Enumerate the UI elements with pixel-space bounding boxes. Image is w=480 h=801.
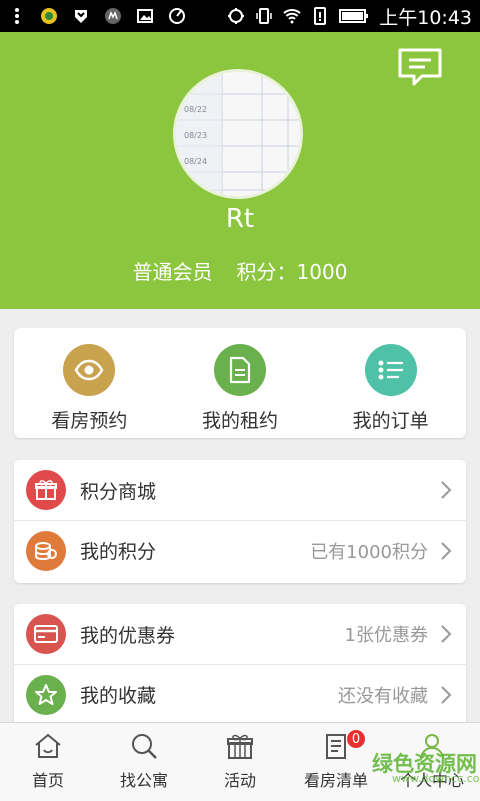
member-info: 普通会员 积分：1000	[0, 256, 480, 285]
wifi-icon	[283, 9, 301, 24]
vibrate-icon	[256, 8, 272, 24]
image-icon	[137, 9, 153, 23]
menu-item-my-favorites[interactable]: 我的收藏 还没有收藏	[14, 664, 466, 724]
svg-text:08/24: 08/24	[184, 157, 207, 166]
gift-icon	[26, 470, 66, 510]
document-icon	[214, 344, 266, 396]
tab-viewing-list[interactable]: 0 看房清单	[288, 723, 384, 801]
gift-icon	[227, 734, 253, 759]
chevron-right-icon	[441, 481, 452, 499]
menu-group-points: 积分商城 我的积分 已有1000积分	[14, 460, 466, 583]
chevron-right-icon	[441, 541, 452, 560]
chevron-right-icon	[441, 685, 452, 704]
tab-label: 首页	[31, 771, 64, 790]
clock-time: 上午10:43	[379, 6, 472, 29]
sync-icon	[169, 8, 185, 24]
svg-text:08/23: 08/23	[184, 131, 207, 140]
tab-find-apartment[interactable]: 找公寓	[96, 723, 192, 801]
tab-home[interactable]: 首页	[0, 723, 96, 801]
profile-header: 08/22 08/23 08/24 Rt 普通会员 积分：1000	[0, 32, 480, 309]
star-icon	[26, 674, 66, 715]
home-icon	[35, 733, 61, 758]
chevron-right-icon	[441, 625, 452, 643]
menu-item-value: 已有1000积分	[310, 541, 428, 563]
app-icon	[41, 8, 57, 24]
list-icon	[364, 344, 417, 396]
menu-dots-icon	[15, 8, 19, 24]
menu-item-my-points[interactable]: 我的积分 已有1000积分	[14, 520, 466, 580]
card-icon	[26, 614, 66, 654]
sim-icon	[314, 7, 327, 25]
search-icon	[132, 734, 157, 759]
battery-icon	[339, 9, 369, 23]
menu-item-value: 还没有收藏	[338, 685, 428, 707]
avatar[interactable]: 08/22 08/23 08/24	[173, 69, 303, 199]
viewing-list-badge: 0	[346, 729, 366, 749]
watermark-url: www.downcc.com	[392, 772, 480, 785]
username: Rt	[225, 204, 255, 234]
menu-group-account: 我的优惠券 1张优惠券 我的收藏 还没有收藏	[14, 604, 466, 727]
menu-item-label: 我的积分	[80, 541, 157, 563]
avatar-image: 08/22 08/23 08/24	[176, 72, 300, 196]
shield-icon	[75, 10, 87, 23]
menu-item-label: 我的优惠券	[80, 624, 176, 647]
tab-label: 活动	[223, 771, 256, 790]
svg-text:08/22: 08/22	[184, 105, 207, 114]
app-icon-2	[105, 8, 121, 24]
quick-actions-card: 看房预约 我的租约 我的订单	[14, 328, 466, 438]
alarm-icon	[228, 8, 245, 24]
quick-action-my-orders[interactable]: 我的订单	[315, 328, 466, 438]
tab-activities[interactable]: 活动	[192, 723, 288, 801]
member-level: 普通会员	[132, 260, 213, 284]
points-summary: 积分：1000	[236, 260, 348, 284]
quick-action-label: 看房预约	[51, 410, 128, 432]
menu-item-label: 我的收藏	[80, 685, 157, 707]
menu-item-label: 积分商城	[80, 480, 157, 503]
message-icon[interactable]	[396, 46, 444, 90]
tab-label: 看房清单	[303, 771, 368, 790]
quick-action-my-lease[interactable]: 我的租约	[165, 328, 316, 438]
menu-item-value: 1张优惠券	[344, 625, 428, 646]
quick-action-label: 我的订单	[352, 410, 429, 432]
coins-icon	[26, 530, 66, 571]
status-bar: 上午10:43	[0, 0, 480, 32]
quick-action-viewing-appointment[interactable]: 看房预约	[14, 328, 165, 438]
menu-item-points-mall[interactable]: 积分商城	[14, 460, 466, 520]
quick-action-label: 我的租约	[202, 410, 279, 432]
eye-icon	[63, 344, 116, 396]
menu-item-my-coupons[interactable]: 我的优惠券 1张优惠券	[14, 604, 466, 664]
tab-label: 找公寓	[119, 771, 168, 790]
